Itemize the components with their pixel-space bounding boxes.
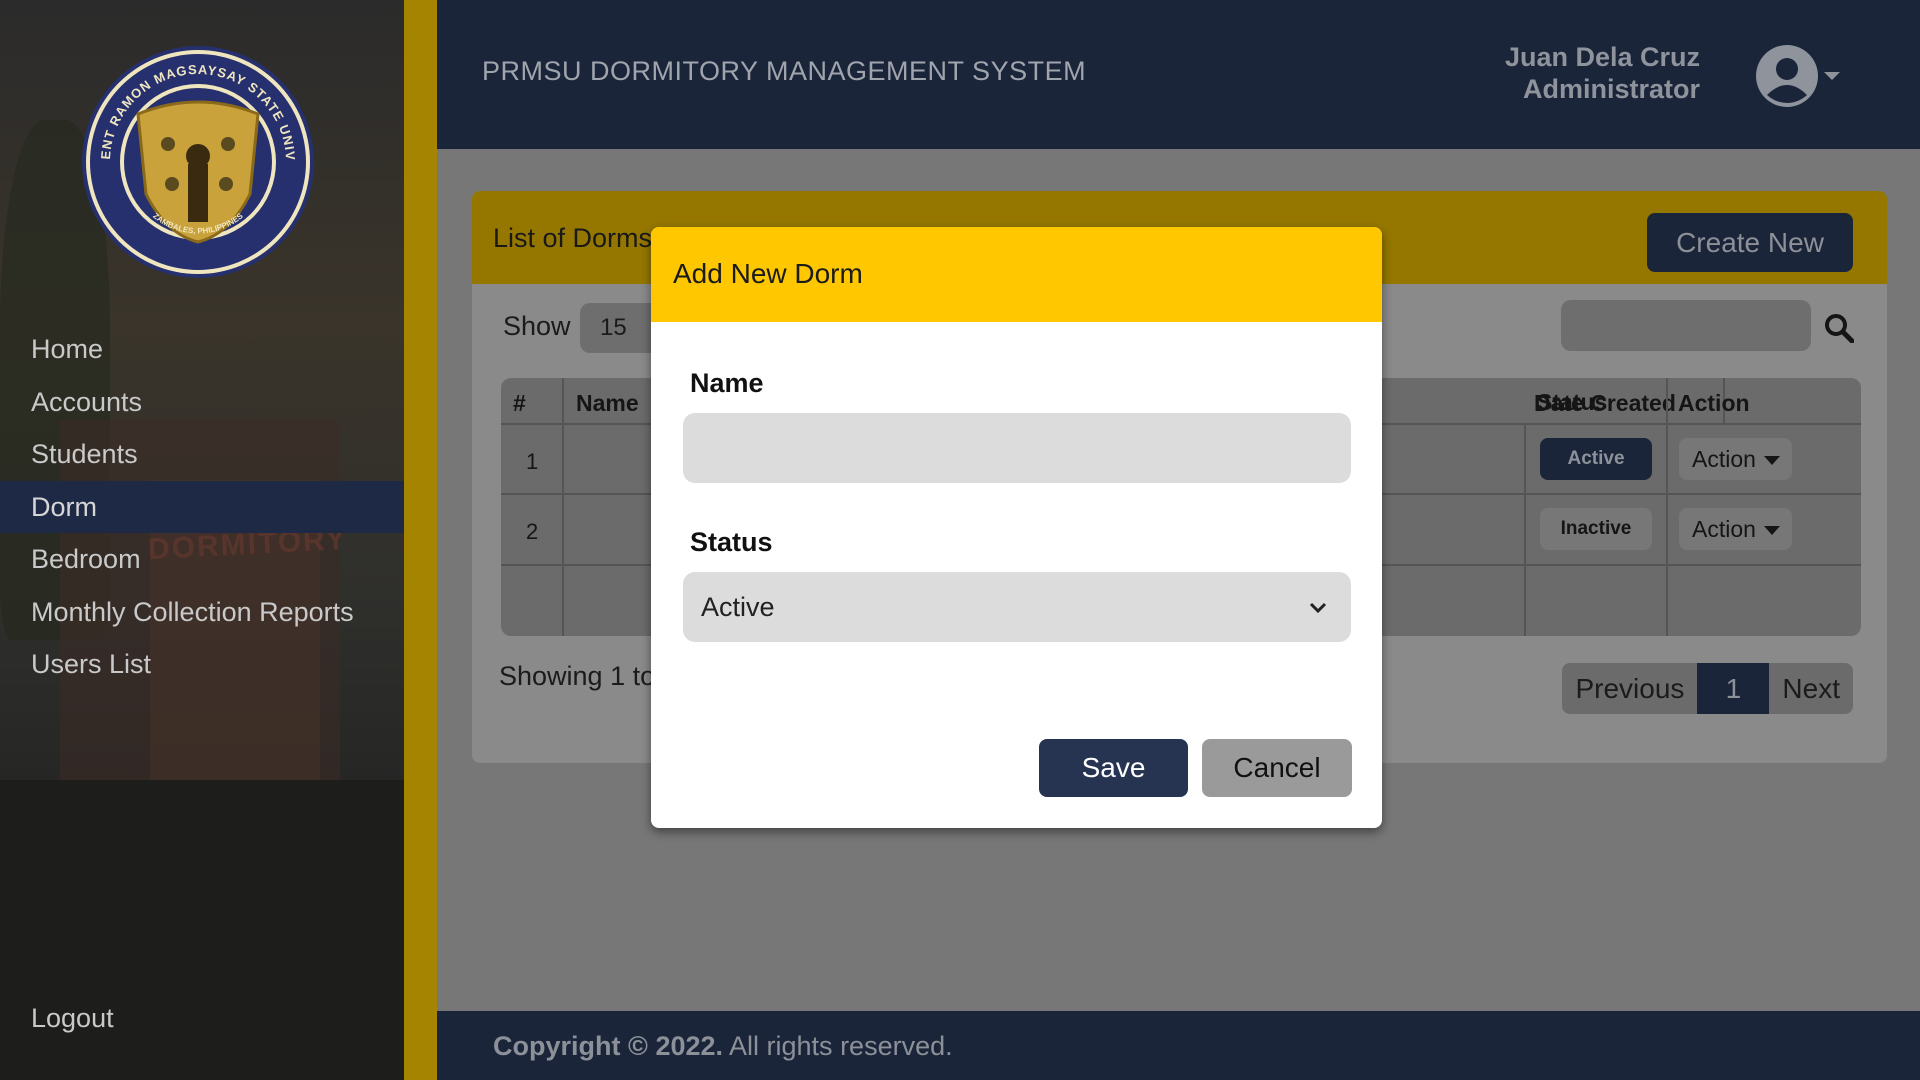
copyright-rights: All rights reserved.: [729, 1031, 953, 1061]
copyright-text: Copyright © 2022. All rights reserved.: [493, 1031, 953, 1062]
empty-cell: [501, 566, 564, 636]
add-dorm-modal: Add New Dorm Name Status Active Save Can…: [651, 227, 1382, 828]
app-title: PRMSU DORMITORY MANAGEMENT SYSTEM: [482, 56, 1087, 86]
create-new-button[interactable]: Create New: [1647, 213, 1853, 272]
row-status-cell: Active: [1526, 425, 1668, 493]
user-avatar-icon[interactable]: [1756, 45, 1818, 107]
sidebar-accent-strip: [404, 0, 437, 1080]
sidebar-item-bedroom[interactable]: Bedroom: [0, 533, 404, 586]
sidebar-item-users-list[interactable]: Users List: [0, 638, 404, 691]
user-name: Juan Dela Cruz: [1504, 42, 1700, 72]
modal-header: Add New Dorm: [651, 227, 1382, 322]
action-label: Action: [1692, 446, 1756, 472]
status-badge: Inactive: [1540, 508, 1652, 550]
pagination-next-button[interactable]: Next: [1769, 663, 1853, 714]
chevron-down-icon: [1309, 602, 1327, 614]
show-entries-label: Show: [503, 311, 571, 341]
cancel-button[interactable]: Cancel: [1202, 739, 1352, 797]
modal-title: Add New Dorm: [673, 258, 863, 289]
row-action-cell: Action: [1668, 425, 1861, 493]
name-input[interactable]: [683, 413, 1351, 483]
footer: Copyright © 2022. All rights reserved.: [437, 1011, 1920, 1080]
search-input[interactable]: [1561, 300, 1811, 351]
user-menu-caret-icon[interactable]: [1824, 72, 1840, 80]
column-header-status: Status: [1526, 378, 1668, 423]
empty-cell: [1526, 566, 1668, 636]
copyright-symbol: ©: [628, 1031, 648, 1061]
copyright-year: 2022.: [655, 1031, 724, 1061]
action-label: Action: [1692, 516, 1756, 542]
background-ground: [0, 780, 404, 1080]
status-select[interactable]: Active: [683, 572, 1351, 642]
name-field-label: Name: [690, 368, 764, 398]
row-number: 1: [501, 425, 564, 493]
row-status-cell: Inactive: [1526, 495, 1668, 564]
logout-link[interactable]: Logout: [31, 1003, 114, 1034]
status-select-value: Active: [701, 592, 775, 622]
status-field-label: Status: [690, 527, 773, 557]
action-dropdown-button[interactable]: Action: [1679, 508, 1792, 550]
sidebar-item-monthly-collection-reports[interactable]: Monthly Collection Reports: [0, 586, 404, 639]
sidebar-item-accounts[interactable]: Accounts: [0, 376, 404, 429]
showing-entries-text: Showing 1 to: [499, 661, 656, 691]
pagination-previous-button[interactable]: Previous: [1562, 663, 1698, 714]
university-logo: PRESIDENT RAMON MAGSAYSAY STATE UNIVERSI…: [80, 44, 314, 278]
column-header-action: Action: [1678, 390, 1750, 416]
caret-down-icon: [1764, 456, 1780, 465]
pagination-page-1[interactable]: 1: [1697, 663, 1770, 714]
user-role: Administrator: [1522, 74, 1700, 104]
action-dropdown-button[interactable]: Action: [1679, 438, 1792, 480]
row-action-cell: Action: [1668, 495, 1861, 564]
status-badge: Active: [1540, 438, 1652, 480]
top-header: PRMSU DORMITORY MANAGEMENT SYSTEM Juan D…: [437, 0, 1920, 149]
sidebar-nav: Home Accounts Students Dorm Bedroom Mont…: [0, 323, 404, 691]
sidebar-item-dorm[interactable]: Dorm: [0, 480, 404, 533]
sidebar-item-students[interactable]: Students: [0, 428, 404, 481]
search-icon[interactable]: [1824, 313, 1854, 343]
copyright-label: Copyright: [493, 1031, 621, 1061]
row-number: 2: [501, 495, 564, 564]
card-title: List of Dorms: [493, 223, 653, 253]
sidebar-item-home[interactable]: Home: [0, 323, 404, 376]
caret-down-icon: [1764, 526, 1780, 535]
pagination: Previous 1 Next: [1562, 663, 1853, 714]
column-header-number: #: [501, 378, 564, 423]
sidebar: DORMITORY PRESIDENT RAMON MAGSAYSAY STAT…: [0, 0, 404, 1080]
save-button[interactable]: Save: [1039, 739, 1188, 797]
